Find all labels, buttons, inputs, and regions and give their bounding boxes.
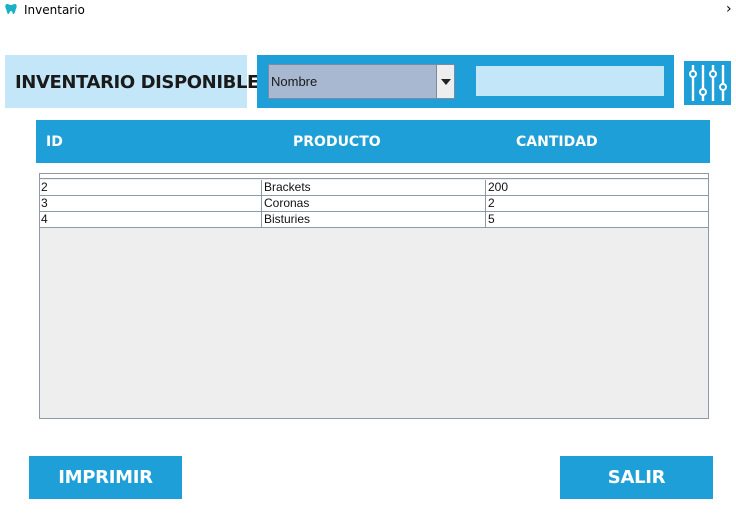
search-panel: Nombre: [257, 55, 674, 108]
column-header-id[interactable]: ID: [46, 134, 63, 150]
cell-producto[interactable]: Bisturies: [262, 212, 486, 227]
column-header-producto[interactable]: PRODUCTO: [293, 134, 381, 150]
dropdown-button[interactable]: [436, 65, 454, 98]
cell-producto[interactable]: Coronas: [262, 196, 486, 211]
search-field-select[interactable]: Nombre: [268, 64, 455, 99]
tooth-icon: [5, 4, 17, 14]
print-button[interactable]: IMPRIMIR: [29, 456, 182, 499]
window-title: Inventario: [24, 3, 85, 17]
page-title-box: INVENTARIO DISPONIBLE: [5, 55, 259, 108]
table-row[interactable]: 4 Bisturies 5: [40, 212, 708, 228]
inventory-table[interactable]: 2 Brackets 200 3 Coronas 2 4 Bisturies 5: [39, 173, 709, 419]
cell-id[interactable]: 2: [40, 180, 262, 195]
search-field-value: Nombre: [271, 74, 318, 89]
cell-id[interactable]: 3: [40, 196, 262, 211]
sliders-icon: [689, 65, 727, 101]
cell-cantidad[interactable]: 2: [486, 196, 708, 211]
cell-id[interactable]: 4: [40, 212, 262, 227]
filter-button[interactable]: [684, 61, 731, 105]
table-row[interactable]: 3 Coronas 2: [40, 196, 708, 212]
window-titlebar: Inventario ›: [0, 0, 736, 22]
chevron-down-icon: [441, 79, 451, 85]
page-title: INVENTARIO DISPONIBLE: [15, 72, 259, 93]
table-column-header: ID PRODUCTO CANTIDAD: [36, 120, 710, 163]
table-header-strip: [40, 174, 708, 179]
table-row[interactable]: 2 Brackets 200: [40, 180, 708, 196]
column-header-cantidad[interactable]: CANTIDAD: [516, 134, 598, 150]
exit-button[interactable]: SALIR: [560, 456, 713, 499]
cell-cantidad[interactable]: 200: [486, 180, 708, 195]
search-input[interactable]: [476, 66, 664, 96]
cell-producto[interactable]: Brackets: [262, 180, 486, 195]
cell-cantidad[interactable]: 5: [486, 212, 708, 227]
chevron-right-icon[interactable]: ›: [726, 1, 732, 17]
